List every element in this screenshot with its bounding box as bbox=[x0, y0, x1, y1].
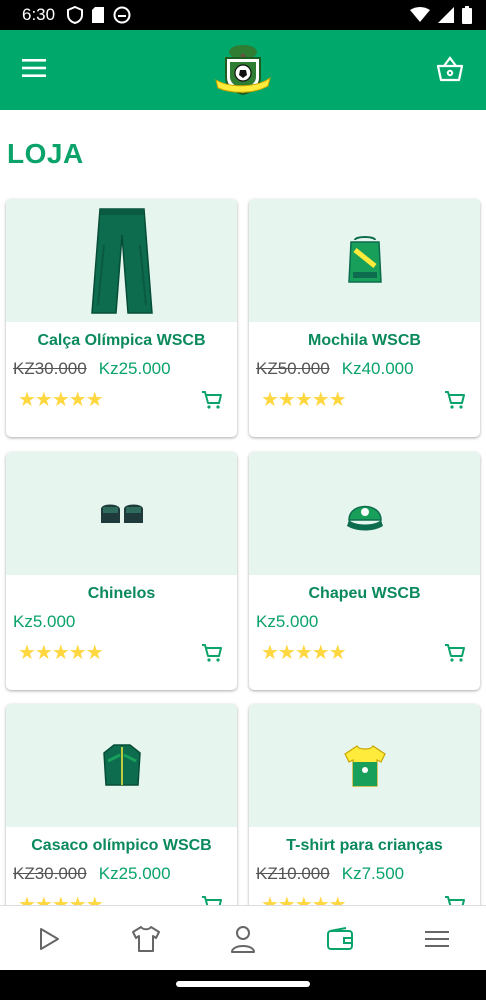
jacket-image bbox=[102, 743, 141, 786]
product-card[interactable]: Chinelos Kz5.000 ★★★★★ bbox=[6, 452, 237, 690]
add-to-cart-icon[interactable] bbox=[201, 643, 223, 663]
wifi-icon bbox=[410, 7, 430, 22]
nav-shop[interactable] bbox=[116, 914, 176, 964]
person-icon bbox=[230, 925, 255, 953]
product-image[interactable] bbox=[6, 452, 237, 575]
product-old-price: KZ50.000 bbox=[256, 359, 330, 378]
product-image[interactable] bbox=[6, 199, 237, 322]
play-icon bbox=[39, 927, 59, 950]
rating-stars: ★★★★★ bbox=[18, 642, 104, 664]
product-price: Kz25.000 bbox=[98, 864, 171, 883]
home-indicator[interactable] bbox=[176, 981, 310, 987]
battery-icon bbox=[462, 6, 472, 24]
product-name: T-shirt para crianças bbox=[286, 837, 443, 854]
wallet-icon bbox=[327, 926, 354, 950]
bottom-navigation bbox=[0, 905, 486, 971]
product-name: Casaco olímpico WSCB bbox=[31, 837, 212, 854]
product-image[interactable] bbox=[249, 452, 480, 575]
product-price: Kz7.500 bbox=[341, 864, 405, 883]
status-time: 6:30 bbox=[22, 5, 56, 24]
product-name: Chapeu WSCB bbox=[308, 585, 421, 602]
product-price: Kz5.000 bbox=[13, 612, 76, 631]
product-price: Kz40.000 bbox=[341, 359, 414, 378]
rating-stars: ★★★★★ bbox=[261, 642, 347, 664]
add-to-cart-icon[interactable] bbox=[444, 643, 466, 663]
backpack-image bbox=[347, 235, 382, 283]
system-gesture-bar bbox=[0, 970, 486, 1000]
product-price: Kz5.000 bbox=[256, 612, 319, 631]
product-old-price: KZ30.000 bbox=[13, 359, 87, 378]
nav-wallet[interactable] bbox=[310, 914, 370, 964]
product-card[interactable]: Calça Olímpica WSCB KZ30.000 Kz25.000 ★★… bbox=[6, 199, 237, 437]
sd-card-icon bbox=[92, 7, 105, 23]
basket-icon[interactable] bbox=[436, 56, 464, 82]
rating-stars: ★★★★★ bbox=[18, 389, 104, 411]
pants-image bbox=[90, 207, 153, 314]
nav-menu[interactable] bbox=[407, 914, 467, 964]
add-to-cart-icon[interactable] bbox=[444, 390, 466, 410]
nav-play[interactable] bbox=[19, 914, 79, 964]
nav-profile[interactable] bbox=[213, 914, 273, 964]
signal-icon bbox=[438, 7, 454, 23]
product-image[interactable] bbox=[249, 199, 480, 322]
app-bar bbox=[0, 30, 486, 110]
product-image[interactable] bbox=[249, 704, 480, 827]
rating-stars: ★★★★★ bbox=[261, 389, 347, 411]
product-name: Calça Olímpica WSCB bbox=[37, 332, 206, 349]
slippers-image bbox=[100, 504, 143, 523]
club-logo bbox=[215, 45, 271, 96]
product-name: Chinelos bbox=[87, 585, 156, 602]
product-card[interactable]: Mochila WSCB KZ50.000 Kz40.000 ★★★★★ bbox=[249, 199, 480, 437]
product-price: Kz25.000 bbox=[98, 359, 171, 378]
page-title: LOJA bbox=[7, 138, 84, 169]
product-image[interactable] bbox=[6, 704, 237, 827]
product-old-price: KZ30.000 bbox=[13, 864, 87, 883]
menu-icon bbox=[425, 930, 450, 947]
tshirt-image bbox=[343, 744, 386, 787]
status-bar: 6:30 bbox=[0, 0, 486, 30]
cap-image bbox=[346, 505, 383, 530]
add-to-cart-icon[interactable] bbox=[201, 390, 223, 410]
shield-icon bbox=[67, 6, 84, 24]
product-old-price: KZ10.000 bbox=[256, 864, 330, 883]
product-card[interactable]: Chapeu WSCB Kz5.000 ★★★★★ bbox=[249, 452, 480, 690]
app-notification-icon bbox=[113, 6, 131, 24]
product-name: Mochila WSCB bbox=[308, 332, 421, 349]
shirt-icon bbox=[131, 925, 160, 952]
hamburger-menu-icon[interactable] bbox=[22, 58, 46, 78]
